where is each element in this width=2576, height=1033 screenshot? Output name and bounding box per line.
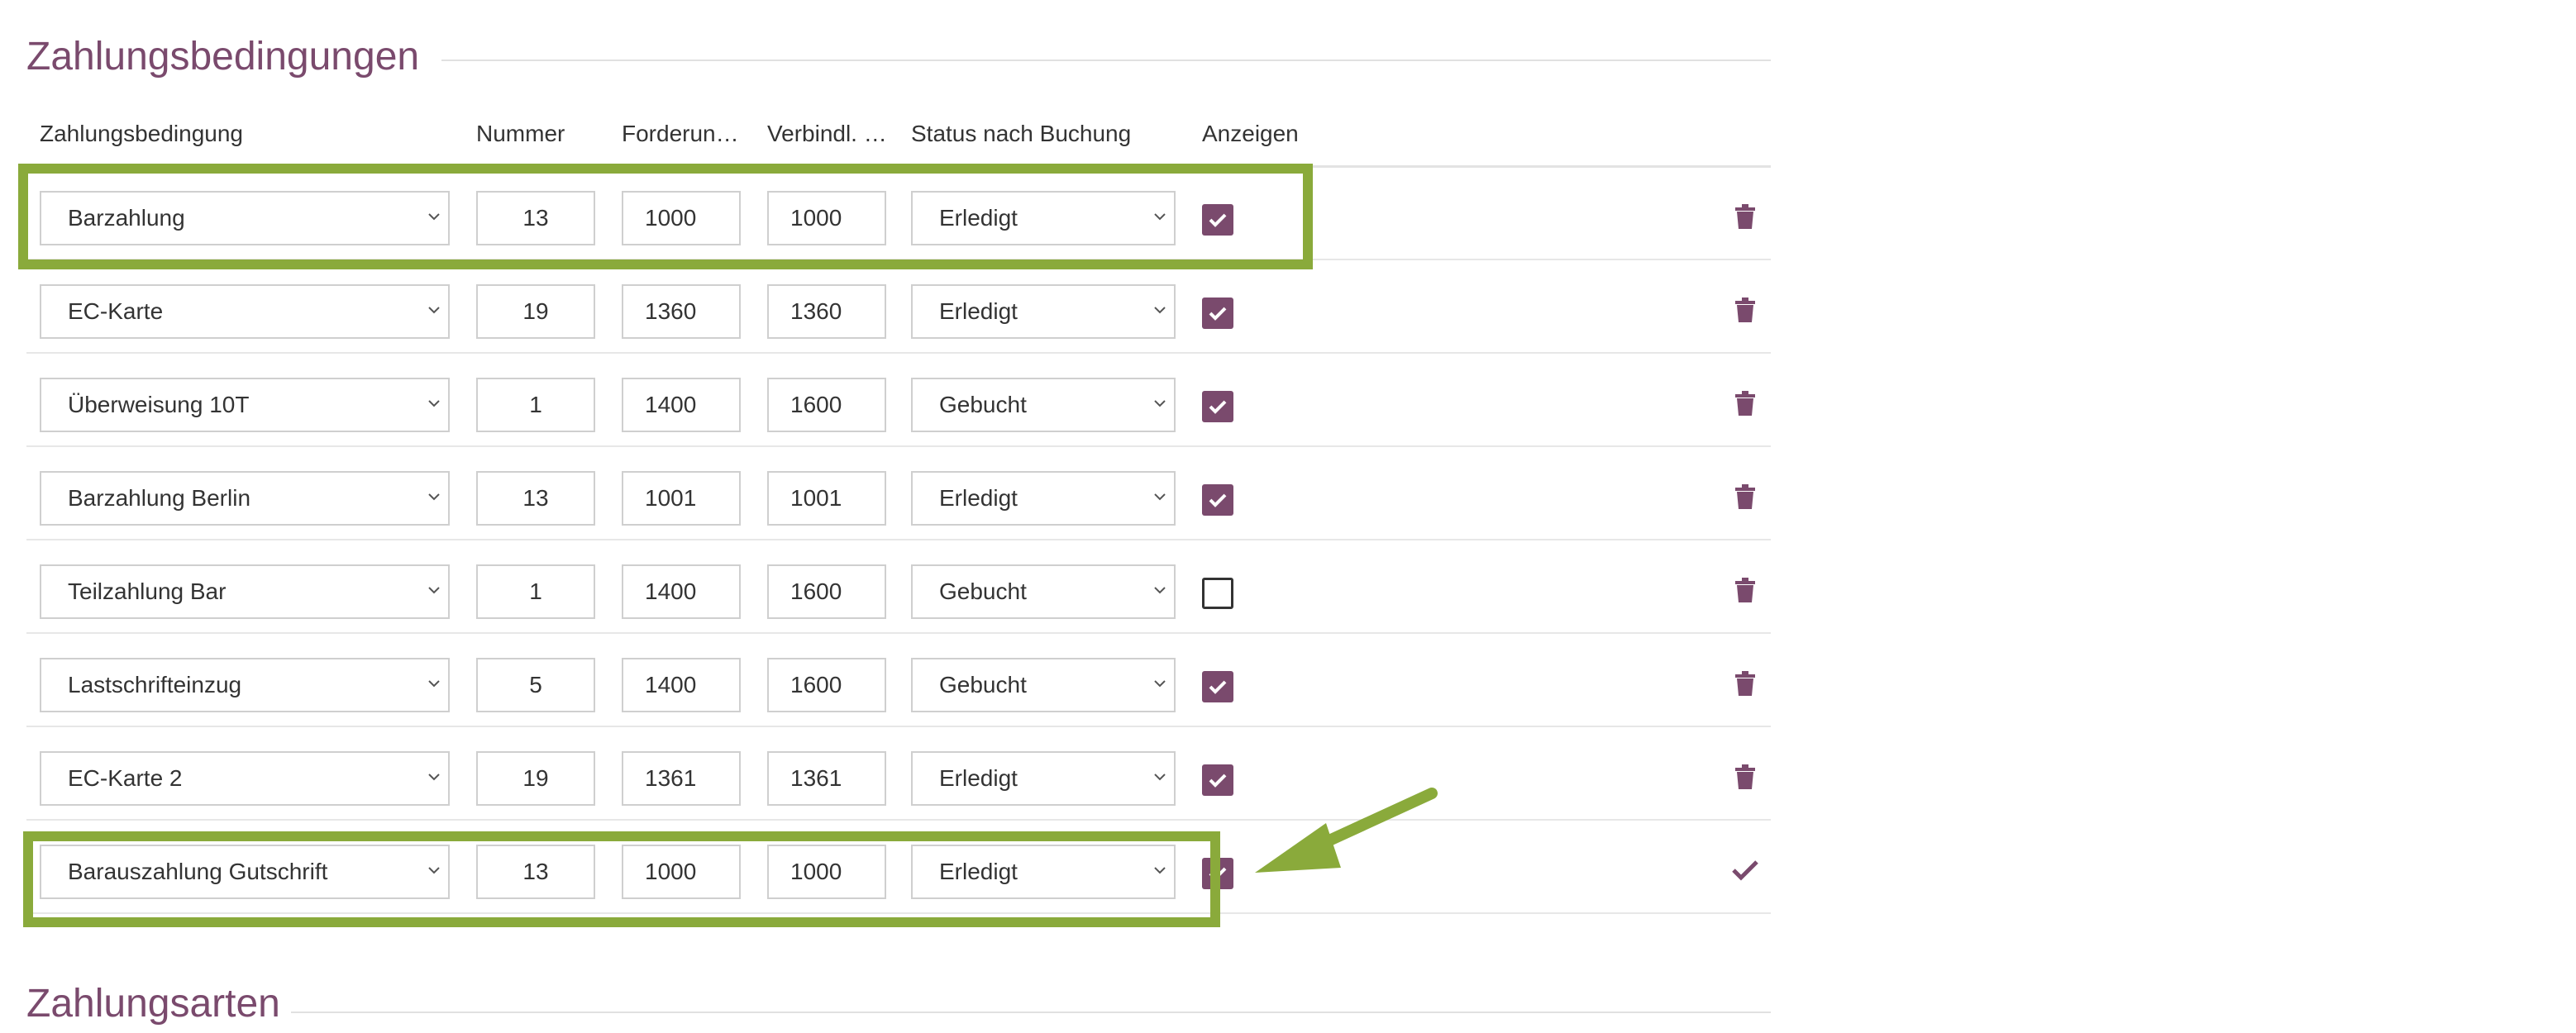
highlight-box-first-row [18,164,1313,269]
highlight-box-last-row [23,831,1220,927]
verbindlichkeit-input[interactable]: 1360 [767,284,886,339]
payment-term-select[interactable]: Teilzahlung Bar [40,564,450,619]
status-value: Erledigt [939,485,1018,511]
table-row: Teilzahlung Bar 1 1400 1600 Gebucht [26,541,1771,634]
verbindlichkeit-input[interactable]: 1361 [767,751,886,806]
payment-term-select[interactable]: EC-Karte 2 [40,751,450,806]
chevron-down-icon [1154,400,1166,407]
chevron-down-icon [1154,587,1166,594]
show-checkbox[interactable] [1202,578,1233,609]
payment-term-value: Überweisung 10T [68,392,250,417]
chevron-down-icon [428,774,440,781]
confirm-icon[interactable] [1731,858,1759,883]
section-title: Zahlungsbedingungen [26,35,420,79]
payment-term-select[interactable]: Überweisung 10T [40,378,450,432]
number-input[interactable]: 1 [476,378,595,432]
forderung-input[interactable]: 1001 [622,471,741,526]
row-divider [26,539,1771,540]
forderung-input[interactable]: 1360 [622,284,741,339]
number-input[interactable]: 19 [476,284,595,339]
show-checkbox[interactable] [1202,764,1233,796]
table-row: Überweisung 10T 1 1400 1600 Gebucht [26,355,1771,447]
trash-icon[interactable] [1734,298,1756,322]
column-header-name: Zahlungsbedingung [40,121,243,146]
column-header-show: Anzeigen [1202,121,1299,146]
payment-term-select[interactable]: Barzahlung Berlin [40,471,450,526]
table-row: EC-Karte 2 19 1361 1361 Erledigt [26,728,1771,821]
show-checkbox[interactable] [1202,671,1233,702]
row-divider [26,445,1771,447]
verbindlichkeit-input[interactable]: 1001 [767,471,886,526]
forderung-input[interactable]: 1400 [622,564,741,619]
trash-icon[interactable] [1734,578,1756,602]
row-divider [26,726,1771,727]
number-input[interactable]: 5 [476,658,595,712]
chevron-down-icon [428,493,440,501]
table-row: Lastschrifteinzug 5 1400 1600 Gebucht [26,635,1771,727]
show-checkbox[interactable] [1202,484,1233,516]
payment-term-value: EC-Karte 2 [68,765,183,791]
column-header-status: Status nach Buchung [911,121,1132,146]
next-section-divider [291,1012,1771,1013]
status-select[interactable]: Erledigt [911,751,1176,806]
chevron-down-icon [1154,680,1166,688]
column-header-number: Nummer [476,121,565,146]
payment-term-value: EC-Karte [68,298,164,324]
chevron-down-icon [1154,774,1166,781]
chevron-down-icon [428,307,440,314]
status-select[interactable]: Gebucht [911,564,1176,619]
payment-term-value: Lastschrifteinzug [68,672,242,697]
payment-term-value: Barzahlung Berlin [68,485,251,511]
verbindlichkeit-input[interactable]: 1600 [767,658,886,712]
row-divider [26,819,1771,821]
payment-term-select[interactable]: Lastschrifteinzug [40,658,450,712]
status-select[interactable]: Gebucht [911,658,1176,712]
status-value: Gebucht [939,392,1027,417]
row-divider [26,632,1771,634]
chevron-down-icon [428,587,440,594]
status-select[interactable]: Gebucht [911,378,1176,432]
chevron-down-icon [428,680,440,688]
show-checkbox[interactable] [1202,298,1233,329]
forderung-input[interactable]: 1400 [622,378,741,432]
chevron-down-icon [428,400,440,407]
trash-icon[interactable] [1734,391,1756,416]
column-header-forderung: Forderun… [622,121,739,146]
status-select[interactable]: Erledigt [911,284,1176,339]
verbindlichkeit-input[interactable]: 1600 [767,378,886,432]
row-divider [26,352,1771,354]
show-checkbox[interactable] [1202,391,1233,422]
number-input[interactable]: 13 [476,471,595,526]
trash-icon[interactable] [1734,671,1756,696]
section-divider [441,60,1771,61]
number-input[interactable]: 19 [476,751,595,806]
chevron-down-icon [1154,493,1166,501]
status-select[interactable]: Erledigt [911,471,1176,526]
table-row: EC-Karte 19 1360 1360 Erledigt [26,261,1771,354]
next-section-title: Zahlungsarten [26,982,280,1026]
status-value: Erledigt [939,765,1018,791]
payment-term-select[interactable]: EC-Karte [40,284,450,339]
table-row: Barzahlung Berlin 13 1001 1001 Erledigt [26,448,1771,540]
number-input[interactable]: 1 [476,564,595,619]
status-value: Gebucht [939,578,1027,604]
column-header-verbindlichkeit: Verbindl. … [767,121,887,146]
payment-term-value: Teilzahlung Bar [68,578,227,604]
forderung-input[interactable]: 1400 [622,658,741,712]
status-value: Gebucht [939,672,1027,697]
trash-icon[interactable] [1734,204,1756,229]
forderung-input[interactable]: 1361 [622,751,741,806]
verbindlichkeit-input[interactable]: 1600 [767,564,886,619]
status-value: Erledigt [939,298,1018,324]
chevron-down-icon [1154,307,1166,314]
annotation-arrow-icon [1255,788,1438,873]
trash-icon[interactable] [1734,484,1756,509]
trash-icon[interactable] [1734,764,1756,789]
